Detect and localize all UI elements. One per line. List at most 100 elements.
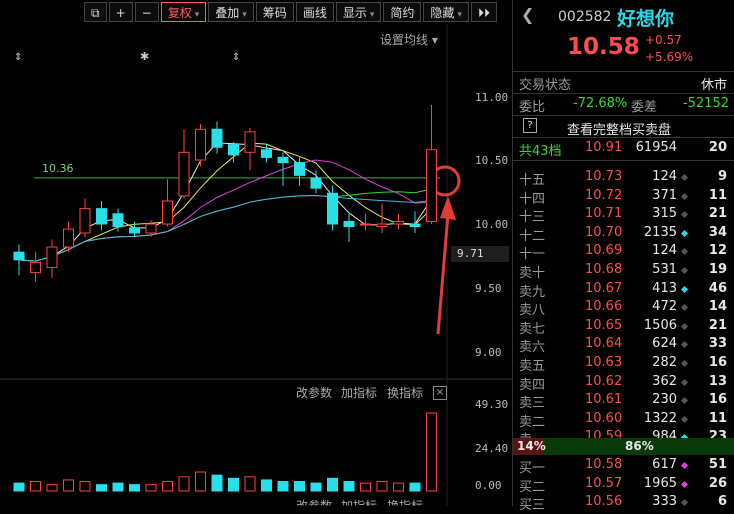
order-marker-icon bbox=[680, 499, 689, 507]
ask-level-row[interactable]: 十三 10.71 315 21 bbox=[513, 205, 734, 225]
edit-params-link[interactable]: 改参数 bbox=[296, 384, 332, 401]
order-marker-icon bbox=[680, 415, 689, 423]
volume-bar bbox=[195, 471, 206, 492]
order-marker-icon bbox=[680, 192, 689, 200]
candle-body bbox=[376, 223, 388, 228]
last-price: 10.58 bbox=[567, 34, 640, 60]
switch-indicator-link[interactable]: 换指标 bbox=[387, 384, 423, 401]
bid-level-row[interactable]: 买一 10.58 617 51 bbox=[513, 456, 734, 476]
ask-level-row[interactable]: 卖三 10.61 230 16 bbox=[513, 391, 734, 411]
toolbar-button[interactable]: ⏵⏵ bbox=[470, 2, 497, 22]
collapse-icon[interactable]: ❮ bbox=[521, 5, 534, 24]
ask-level-row[interactable]: 十一 10.69 124 12 bbox=[513, 242, 734, 262]
toolbar-button[interactable]: 筹码 bbox=[255, 2, 294, 22]
ask-level-row[interactable]: 卖四 10.62 362 13 bbox=[513, 373, 734, 393]
volume-bar bbox=[46, 484, 58, 492]
ask-level-row[interactable]: 卖十 10.68 531 19 bbox=[513, 261, 734, 281]
ask-level-row[interactable]: 卖八 10.66 472 14 bbox=[513, 298, 734, 318]
close-indicator-icon[interactable]: × bbox=[433, 386, 447, 400]
caret-down-icon: ▾ bbox=[369, 10, 375, 20]
candle-body bbox=[30, 261, 41, 274]
volume-bar bbox=[310, 482, 322, 492]
order-marker-icon bbox=[680, 397, 689, 405]
candle-body bbox=[195, 128, 206, 161]
candle-body bbox=[63, 228, 74, 248]
volume-bar bbox=[30, 481, 41, 492]
candle-body bbox=[393, 220, 404, 225]
current-price-tag: 9.71 bbox=[451, 246, 509, 262]
ask-level-row[interactable]: 卖九 10.67 413 46 bbox=[513, 280, 734, 300]
volume-bar bbox=[162, 481, 173, 492]
event-marker[interactable]: ⇕ bbox=[232, 52, 240, 63]
candle-body bbox=[162, 200, 173, 225]
caret-down-icon: ▾ bbox=[194, 10, 200, 20]
bid-level-row[interactable]: 买三 10.56 333 6 bbox=[513, 493, 734, 513]
candle-body bbox=[244, 131, 256, 153]
order-marker-icon bbox=[680, 322, 689, 330]
volume-bar bbox=[244, 476, 256, 492]
total-levels-row: 共43档 10.91 61954 20 bbox=[519, 140, 727, 159]
ask-level-row[interactable]: 十二 10.70 2135 34 bbox=[513, 224, 734, 244]
bid-level-row[interactable]: 买二 10.57 1965 26 bbox=[513, 475, 734, 495]
volume-bar bbox=[409, 482, 421, 492]
order-marker-icon bbox=[680, 285, 689, 293]
toolbar-button[interactable]: − bbox=[134, 2, 159, 22]
ask-level-row[interactable]: 卖七 10.65 1506 21 bbox=[513, 317, 734, 337]
quote-panel: ❮ 002582 好想你 10.58 +0.57 +5.69% 交易状态 休市 … bbox=[512, 0, 734, 513]
volume-bar bbox=[96, 484, 107, 492]
full-depth-link[interactable]: ? 查看完整档买卖盘 bbox=[513, 118, 734, 138]
y-tick-label: 10.00 bbox=[475, 218, 509, 231]
volume-bar bbox=[261, 479, 272, 492]
event-marker[interactable]: ✱ bbox=[140, 50, 149, 63]
candle-body bbox=[79, 208, 91, 234]
order-marker-icon bbox=[680, 266, 689, 275]
volume-bar bbox=[79, 481, 91, 492]
order-marker-icon bbox=[680, 480, 689, 488]
price-change: +0.57 bbox=[645, 33, 682, 47]
toolbar-button[interactable]: 简约 bbox=[383, 2, 422, 22]
ask-level-row[interactable]: 卖六 10.64 624 33 bbox=[513, 335, 734, 355]
y-tick-label: 9.50 bbox=[475, 282, 502, 295]
candle-body bbox=[211, 128, 223, 148]
volume-bar bbox=[294, 481, 305, 492]
order-marker-icon bbox=[680, 211, 689, 219]
y-tick-label: 10.50 bbox=[475, 154, 509, 167]
candle-body bbox=[96, 208, 107, 225]
candle-body bbox=[13, 251, 25, 261]
toolbar-button[interactable]: 叠加 ▾ bbox=[208, 2, 254, 22]
toolbar-button[interactable]: 隐藏 ▾ bbox=[423, 2, 469, 22]
candle-body bbox=[178, 151, 190, 197]
ask-level-row[interactable]: 十四 10.72 371 11 bbox=[513, 187, 734, 207]
candle-body bbox=[409, 223, 421, 228]
volume-bar bbox=[327, 477, 338, 492]
toolbar-button[interactable]: ⧉ bbox=[84, 2, 107, 22]
order-marker-icon bbox=[680, 248, 689, 256]
ask-level-row[interactable]: 卖五 10.63 282 16 bbox=[513, 354, 734, 374]
volume-tick-label: 49.30 bbox=[475, 398, 509, 411]
candle-body bbox=[46, 246, 58, 269]
toolbar-button[interactable]: 显示 ▾ bbox=[335, 2, 382, 22]
volume-bar bbox=[145, 484, 157, 492]
order-marker-icon bbox=[680, 229, 689, 237]
order-marker-icon bbox=[680, 359, 689, 368]
toolbar-button[interactable]: 画线 bbox=[295, 2, 334, 22]
candle-body bbox=[112, 213, 124, 228]
volume-bar bbox=[360, 482, 371, 492]
add-indicator-link[interactable]: 加指标 bbox=[341, 384, 377, 401]
toolbar-button[interactable]: + bbox=[108, 2, 133, 22]
candle-body bbox=[261, 149, 272, 158]
candle-body bbox=[343, 220, 355, 228]
volume-bar bbox=[13, 482, 25, 492]
event-marker[interactable]: ⇕ bbox=[14, 52, 22, 63]
ask-level-row[interactable]: 十五 10.73 124 9 bbox=[513, 168, 734, 188]
kline-chart[interactable]: ⇕ ✱ ⇕ bbox=[0, 24, 512, 506]
toolbar-button[interactable]: 复权 ▾ bbox=[160, 2, 207, 22]
order-marker-icon bbox=[680, 378, 689, 386]
volume-bar bbox=[426, 412, 437, 492]
y-tick-label: 11.00 bbox=[475, 91, 509, 104]
candle-body bbox=[294, 162, 305, 176]
volume-bar bbox=[178, 476, 190, 492]
ask-level-row[interactable]: 卖二 10.60 1322 11 bbox=[513, 410, 734, 430]
annotation-arrow-head bbox=[440, 196, 456, 220]
candle-body bbox=[228, 144, 239, 156]
